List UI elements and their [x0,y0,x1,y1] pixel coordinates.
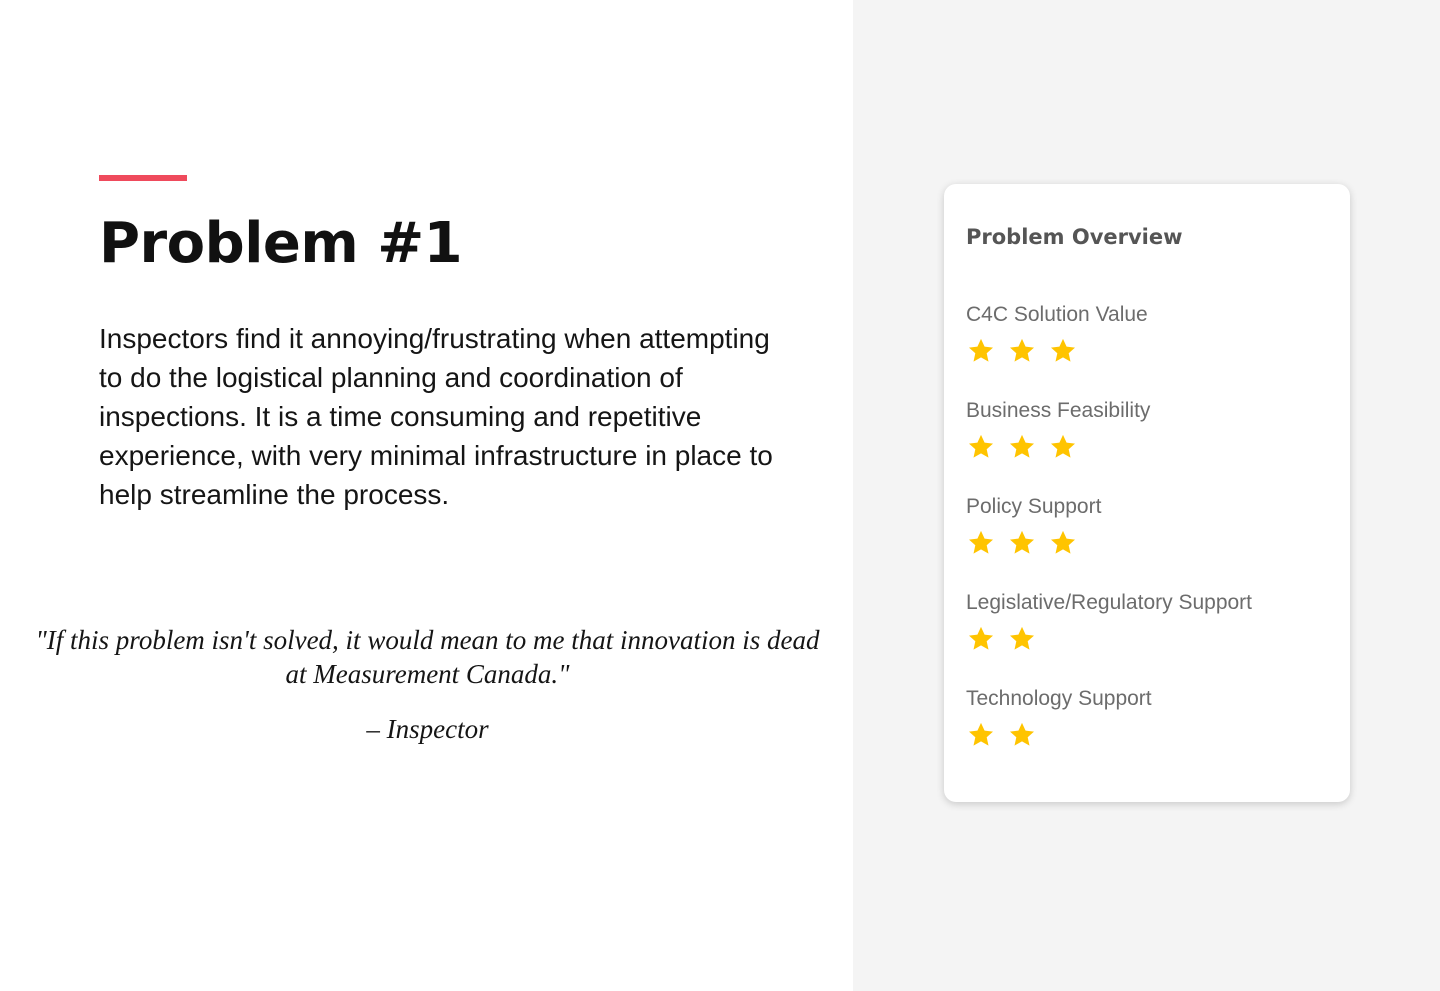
star-icon [1007,528,1037,558]
star-icon [966,336,996,366]
star-icon [1007,624,1037,654]
star-icon [1048,528,1078,558]
problem-overview-card: Problem Overview C4C Solution Value Busi… [944,184,1350,802]
star-icon [1007,336,1037,366]
quote-attribution: – Inspector [366,714,489,744]
criterion-policy-support: Policy Support [966,492,1336,572]
criterion-technology-support: Technology Support [966,684,1336,764]
criterion-label: Legislative/Regulatory Support [966,591,1253,614]
inspector-quote: "If this problem isn't solved, it would … [35,625,820,689]
accent-bar [99,175,187,181]
problem-title: Problem #1 [99,211,463,276]
criterion-label: Business Feasibility [966,399,1151,422]
star-icon [966,720,996,750]
overview-title: Problem Overview [966,225,1183,249]
star-icon [966,624,996,654]
criterion-c4c-solution-value: C4C Solution Value [966,300,1336,380]
criterion-label: Policy Support [966,495,1102,518]
criterion-legislative-regulatory-support: Legislative/Regulatory Support [966,588,1336,668]
problem-description: Inspectors find it annoying/frustrating … [99,323,773,510]
criterion-business-feasibility: Business Feasibility [966,396,1336,476]
star-icon [1007,720,1037,750]
star-icon [1048,336,1078,366]
star-icon [1048,432,1078,462]
criterion-label: Technology Support [966,687,1152,710]
criterion-label: C4C Solution Value [966,303,1148,326]
star-icon [966,528,996,558]
problem-panel: Problem #1 Inspectors find it annoying/f… [0,0,853,991]
star-icon [1007,432,1037,462]
star-icon [966,432,996,462]
